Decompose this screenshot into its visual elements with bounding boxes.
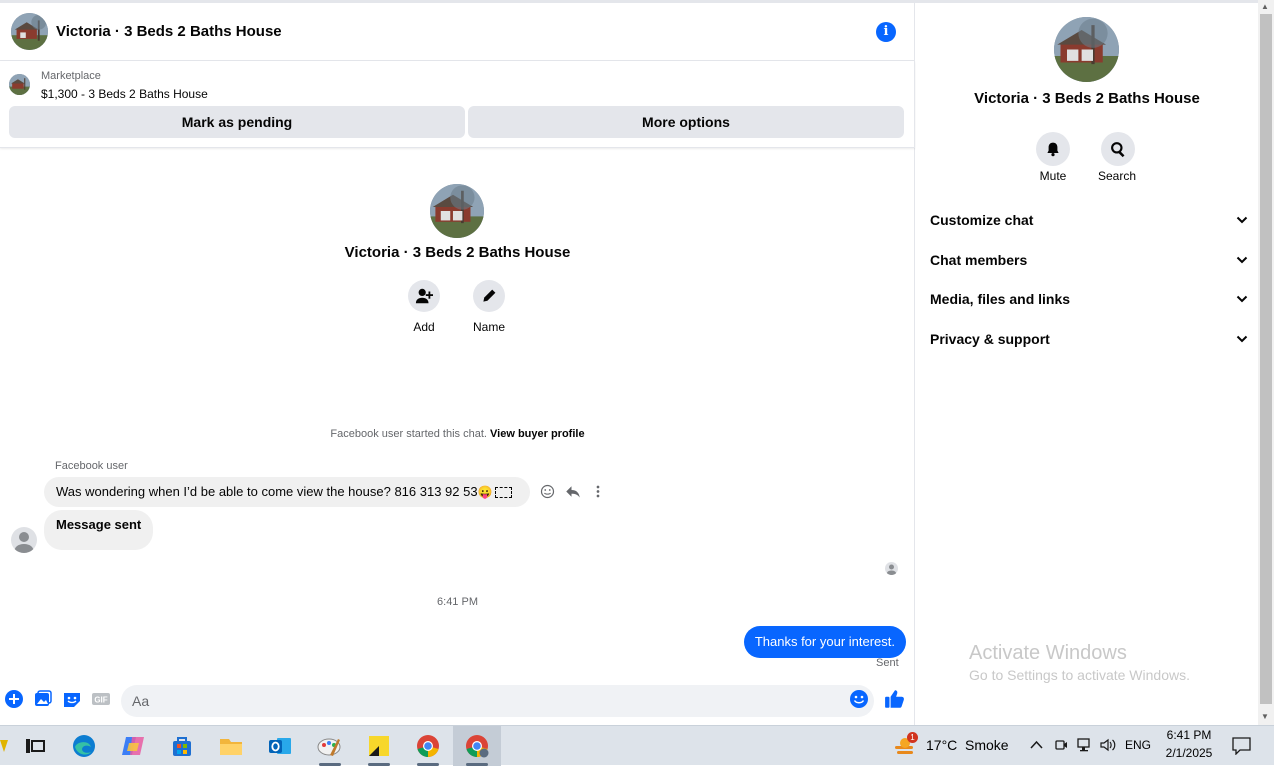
emoji: 😛 [477,485,493,499]
message-input[interactable] [121,685,874,717]
more-options-button[interactable]: More options [468,106,904,138]
chat-title[interactable]: Victoria · 3 Beds 2 Baths House [56,23,282,40]
paint-icon[interactable] [316,733,342,759]
listing-title[interactable]: $1,300 - 3 Beds 2 Baths House [41,87,208,101]
chat-pane: Victoria · 3 Beds 2 Baths House i Market… [0,3,915,725]
page-scrollbar[interactable]: ▲ ▼ [1258,0,1274,725]
notification-center-icon[interactable] [1232,737,1251,755]
panel-title: Victoria · 3 Beds 2 Baths House [974,90,1200,107]
messenger-app: Victoria · 3 Beds 2 Baths House i Market… [0,0,1274,725]
pencil-icon [483,289,496,302]
emoji-icon[interactable] [849,689,869,709]
message-sent-text: Message sent [56,517,142,532]
clock-date[interactable]: 2/1/2025 [1160,746,1218,760]
weather-temperature[interactable]: 17°C [926,737,957,753]
sender-avatar[interactable] [11,527,37,553]
windows-taskbar: 1 17°C Smoke ENG 6:41 PM 2/1/2025 [0,725,1274,766]
view-buyer-profile-link[interactable]: View buyer profile [490,428,585,440]
intro-title: Victoria · 3 Beds 2 Baths House [344,244,571,261]
search-button[interactable] [1101,132,1135,166]
store-icon[interactable] [169,733,195,759]
sent-status: Sent [876,657,899,669]
sender-name: Facebook user [55,460,128,472]
sticky-notes-icon[interactable] [366,733,392,759]
media-files-links-section[interactable]: Media, files and links [930,286,1248,312]
mark-pending-button[interactable]: Mark as pending [9,106,465,138]
bell-icon [1047,142,1059,157]
volume-icon[interactable] [1100,738,1117,752]
incoming-message-text: Was wondering when I’d be able to come v… [56,484,478,499]
outgoing-message[interactable]: Thanks for your interest. [743,626,906,658]
chat-header: Victoria · 3 Beds 2 Baths House i [0,3,915,61]
started-text: Facebook user started this chat. [330,428,487,440]
message-sent-bubble[interactable]: Message sent [44,510,154,550]
sticker-icon [494,487,512,499]
edge-icon[interactable] [71,733,97,759]
scroll-down-arrow[interactable]: ▼ [1261,712,1269,721]
composer: GIF [0,679,915,725]
chat-members-section[interactable]: Chat members [930,247,1248,273]
activate-windows-title: Activate Windows [969,642,1127,664]
add-person-icon [415,288,433,304]
weather-condition[interactable]: Smoke [965,737,1009,753]
chevron-down-icon [1236,256,1248,264]
panel-avatar[interactable] [1054,17,1119,82]
widget-peek-icon[interactable] [0,740,8,752]
chevron-down-icon [1236,335,1248,343]
chevron-down-icon [1236,295,1248,303]
scroll-up-arrow[interactable]: ▲ [1261,2,1269,11]
photo-icon[interactable] [33,689,53,709]
outlook-icon[interactable] [267,733,293,759]
react-icon[interactable] [540,484,555,499]
reply-icon[interactable] [565,484,581,499]
customize-chat-section[interactable]: Customize chat [930,207,1248,233]
gif-icon[interactable]: GIF [91,689,111,709]
chat-started-notice: Facebook user started this chat. View bu… [0,428,915,440]
name-label: Name [472,320,505,334]
listing-thumbnail[interactable] [9,74,30,95]
chat-avatar[interactable] [11,13,48,50]
more-icon[interactable] [592,484,604,499]
section-label: Media, files and links [930,291,1071,307]
add-label: Add [413,320,435,334]
plus-icon[interactable] [4,689,24,709]
intro-avatar [430,184,484,238]
language-indicator[interactable]: ENG [1125,738,1151,752]
like-icon[interactable] [884,688,906,710]
scroll-thumb[interactable] [1260,14,1272,704]
task-view-icon[interactable] [22,733,48,759]
edit-name-button[interactable] [473,280,505,312]
mute-button[interactable] [1036,132,1070,166]
section-label: Chat members [930,252,1028,268]
activate-windows-subtitle: Go to Settings to activate Windows. [969,667,1190,683]
clock-time[interactable]: 6:41 PM [1160,728,1218,742]
message-timestamp: 6:41 PM [437,596,478,608]
search-label: Search [1097,169,1137,183]
copilot-icon[interactable] [120,733,146,759]
section-label: Privacy & support [930,331,1050,347]
read-receipt-avatar [885,562,898,575]
mute-label: Mute [1039,169,1067,183]
chrome-icon[interactable] [415,733,441,759]
network-icon[interactable] [1077,738,1093,752]
file-explorer-icon[interactable] [218,733,244,759]
listing-label: Marketplace [41,70,101,82]
chevron-down-icon [1236,216,1248,224]
sticker-icon[interactable] [62,689,82,709]
weather-badge: 1 [907,732,918,743]
listing-bar: Marketplace $1,300 - 3 Beds 2 Baths Hous… [0,61,915,148]
add-people-button[interactable] [408,280,440,312]
privacy-support-section[interactable]: Privacy & support [930,326,1248,352]
meet-now-icon[interactable] [1054,738,1068,752]
chrome-profile-icon[interactable] [464,733,490,759]
incoming-message[interactable]: Was wondering when I’d be able to come v… [44,477,530,507]
section-label: Customize chat [930,212,1034,228]
show-hidden-icons-chevron-icon[interactable] [1030,740,1043,750]
svg-text:GIF: GIF [94,696,107,705]
info-icon[interactable]: i [876,22,896,42]
search-icon [1110,141,1124,157]
chat-info-panel: Victoria · 3 Beds 2 Baths House Mute Sea… [916,3,1258,725]
